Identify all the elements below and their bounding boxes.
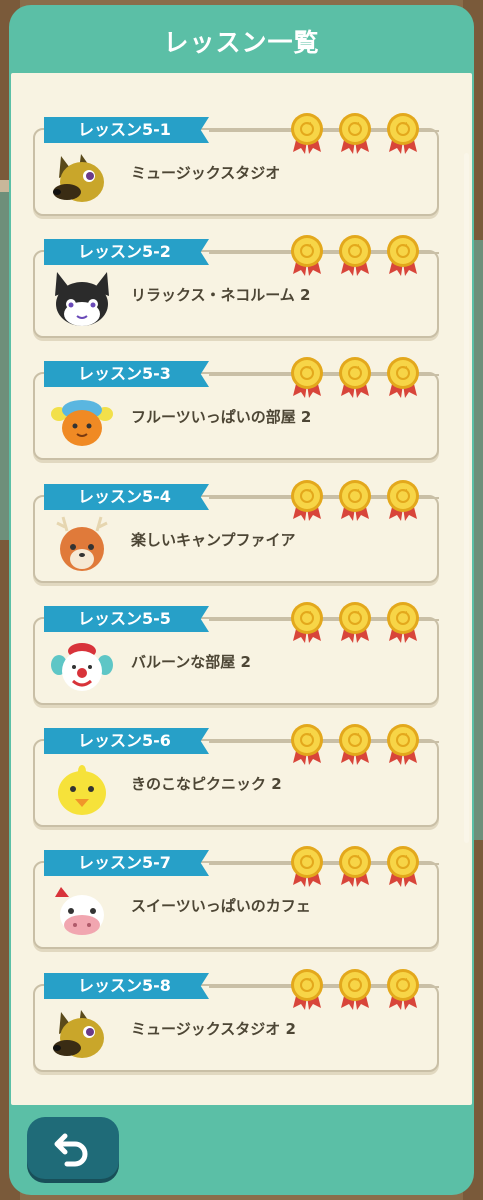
dog-villager-avatar — [51, 1004, 113, 1066]
gold-medal-icon — [385, 601, 421, 643]
gold-medal-icon — [385, 968, 421, 1010]
lesson-label: レッスン5-4 — [44, 484, 209, 510]
lesson-title: ミュージックスタジオ 2 — [131, 1020, 296, 1038]
gold-medal-icon — [385, 234, 421, 276]
gold-medal-icon — [289, 479, 325, 521]
gold-medal-icon — [337, 845, 373, 887]
deer-villager-avatar — [51, 515, 113, 577]
gold-medal-icon — [337, 723, 373, 765]
gold-medal-icon — [337, 601, 373, 643]
medal-row — [289, 356, 421, 398]
gold-medal-icon — [385, 845, 421, 887]
gold-medal-icon — [289, 234, 325, 276]
clown-villager-avatar — [51, 637, 113, 699]
lesson-title: フルーツいっぱいの部屋 2 — [131, 408, 312, 426]
gold-medal-icon — [385, 112, 421, 154]
medal-row — [289, 112, 421, 154]
lesson-card[interactable]: レッスン5-5 バルーンな部屋 2 — [33, 602, 439, 705]
undo-arrow-icon — [54, 1133, 88, 1167]
lesson-title: 楽しいキャンプファイア — [131, 531, 296, 549]
dog-villager-avatar — [51, 148, 113, 210]
lesson-title: バルーンな部屋 2 — [131, 653, 251, 671]
gold-medal-icon — [289, 845, 325, 887]
lesson-card[interactable]: レッスン5-2 リラックス・ネコルーム 2 — [33, 235, 439, 338]
gold-medal-icon — [289, 356, 325, 398]
lesson-label: レッスン5-3 — [44, 361, 209, 387]
medal-row — [289, 234, 421, 276]
gold-medal-icon — [337, 479, 373, 521]
scrollbar[interactable] — [464, 153, 469, 843]
gold-medal-icon — [289, 112, 325, 154]
gold-medal-icon — [385, 479, 421, 521]
lesson-card[interactable]: レッスン5-8 ミュージックスタジオ 2 — [33, 969, 439, 1072]
medal-row — [289, 723, 421, 765]
medal-row — [289, 601, 421, 643]
gold-medal-icon — [289, 723, 325, 765]
lesson-label: レッスン5-2 — [44, 239, 209, 265]
gold-medal-icon — [337, 968, 373, 1010]
medal-row — [289, 479, 421, 521]
gold-medal-icon — [337, 356, 373, 398]
orange-cap-villager-avatar — [51, 392, 113, 454]
gold-medal-icon — [385, 723, 421, 765]
lesson-card[interactable]: レッスン5-1 ミュージックスタジオ — [33, 113, 439, 216]
medal-row — [289, 968, 421, 1010]
lesson-title: ミュージックスタジオ — [131, 164, 281, 182]
lesson-title: リラックス・ネコルーム 2 — [131, 286, 311, 304]
gold-medal-icon — [385, 356, 421, 398]
gold-medal-icon — [337, 112, 373, 154]
lesson-label: レッスン5-5 — [44, 606, 209, 632]
gold-medal-icon — [337, 234, 373, 276]
gold-medal-icon — [289, 968, 325, 1010]
gold-medal-icon — [289, 601, 325, 643]
lesson-label: レッスン5-7 — [44, 850, 209, 876]
lesson-title: きのこなピクニック 2 — [131, 775, 282, 793]
lesson-label: レッスン5-6 — [44, 728, 209, 754]
lesson-card[interactable]: レッスン5-3 フルーツいっぱいの部屋 2 — [33, 357, 439, 460]
lesson-title: スイーツいっぱいのカフェ — [131, 897, 311, 915]
cat-villager-avatar — [51, 270, 113, 332]
lesson-label: レッスン5-8 — [44, 973, 209, 999]
cow-villager-avatar — [51, 881, 113, 943]
back-button[interactable] — [27, 1117, 119, 1179]
lesson-card[interactable]: レッスン5-7 スイーツいっぱいのカフェ — [33, 846, 439, 949]
chick-villager-avatar — [51, 759, 113, 821]
lesson-card[interactable]: レッスン5-6 きのこなピクニック 2 — [33, 724, 439, 827]
medal-row — [289, 845, 421, 887]
lesson-card[interactable]: レッスン5-4 楽しいキャンプファイア — [33, 480, 439, 583]
lesson-label: レッスン5-1 — [44, 117, 209, 143]
lesson-list[interactable] — [11, 73, 472, 1105]
page-title: レッスン一覧 — [163, 28, 320, 57]
